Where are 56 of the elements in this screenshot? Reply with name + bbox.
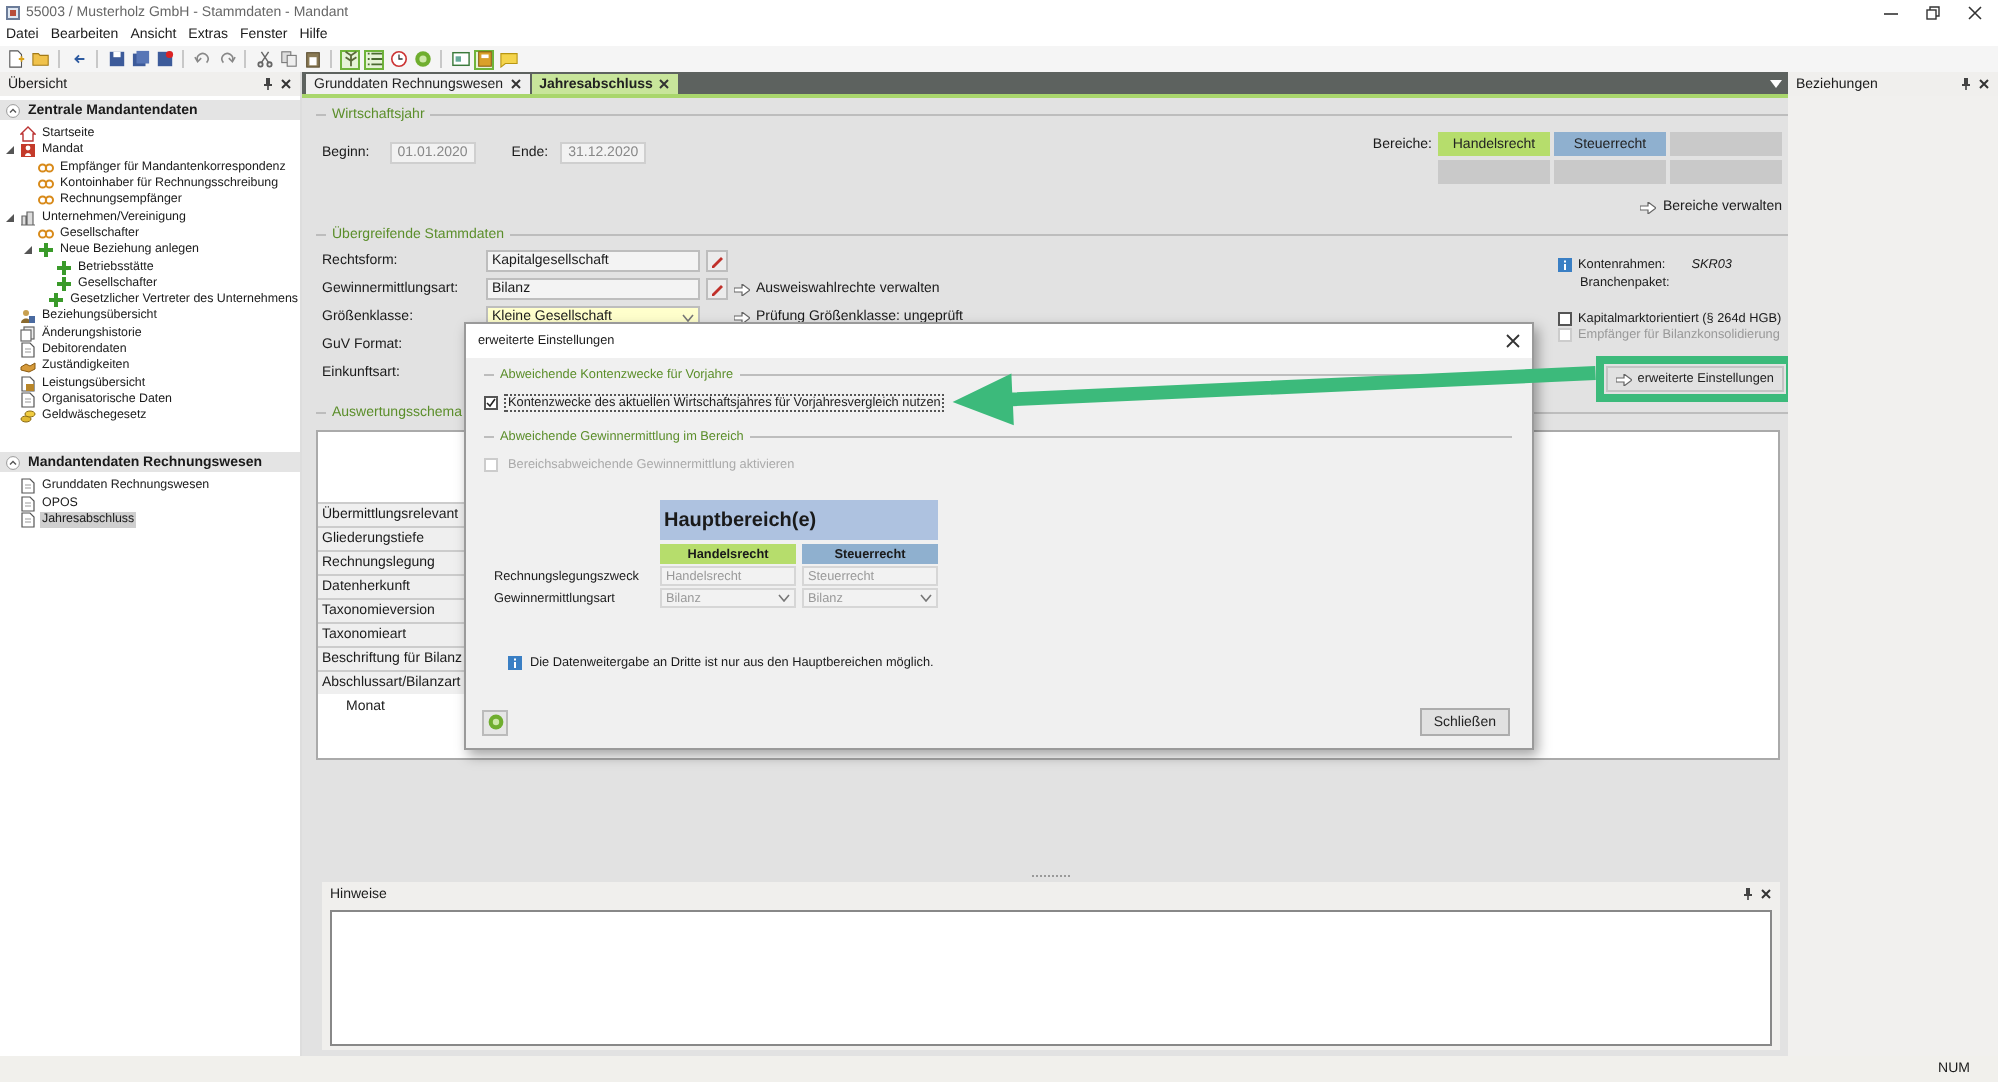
coins-icon [20,408,36,425]
collapse-icon[interactable] [6,103,20,117]
window-icon[interactable] [451,50,469,68]
close-icon[interactable] [1978,78,1990,90]
expanded-arrow-icon[interactable] [6,213,14,222]
clipboard-icon[interactable] [303,50,321,68]
building-icon [20,209,36,226]
chevron-down-icon [920,594,932,602]
redo-icon[interactable] [217,50,235,68]
edit-button[interactable] [706,278,728,300]
document-icon [20,391,36,408]
list-icon[interactable] [365,50,383,68]
checkbox[interactable] [484,395,498,409]
close-icon[interactable] [509,78,522,90]
note-icon[interactable] [499,50,517,68]
close-icon[interactable] [280,78,292,90]
chevron-down-icon [682,313,694,321]
scissors-icon[interactable] [255,50,273,68]
checkbox[interactable] [1558,312,1572,327]
pin-icon[interactable] [1744,888,1752,900]
save-all-icon[interactable] [131,50,149,68]
back-arrow-icon[interactable] [69,50,87,68]
house-icon [20,126,36,143]
plus-icon [48,292,65,309]
clock-icon[interactable] [389,50,407,68]
app-icon [6,5,20,19]
undo-icon[interactable] [193,50,211,68]
copy-icon[interactable] [279,50,297,68]
close-icon[interactable] [1760,888,1772,900]
expanded-arrow-icon[interactable] [24,246,32,255]
pin-icon[interactable] [264,78,272,90]
new-document-icon[interactable] [7,50,25,68]
close-icon[interactable] [658,78,671,90]
arrow-icon [1615,373,1632,386]
chevron-down-icon [778,594,790,602]
dropdown-icon[interactable] [1770,80,1782,88]
notes-box[interactable] [330,910,1772,1046]
edit-button[interactable] [706,250,728,272]
close-icon[interactable] [1968,5,1982,19]
close-icon[interactable] [1506,334,1520,348]
check-icon [486,397,496,407]
document-icon [20,342,36,358]
tree-icon[interactable] [341,50,359,68]
collapse-icon[interactable] [6,455,20,470]
pin-icon[interactable] [1962,78,1970,90]
people-icon [20,308,36,325]
folder-icon[interactable] [31,50,49,68]
person-icon [20,142,36,159]
restore-icon[interactable] [1926,5,1940,19]
arrow-icon [1640,201,1657,213]
info-icon [1558,258,1572,273]
table-header: Hauptbereich(e) [660,500,938,540]
info-icon [508,656,522,670]
expanded-arrow-icon[interactable] [6,146,14,155]
document-stack-icon [20,325,36,342]
chain-icon [38,225,54,242]
